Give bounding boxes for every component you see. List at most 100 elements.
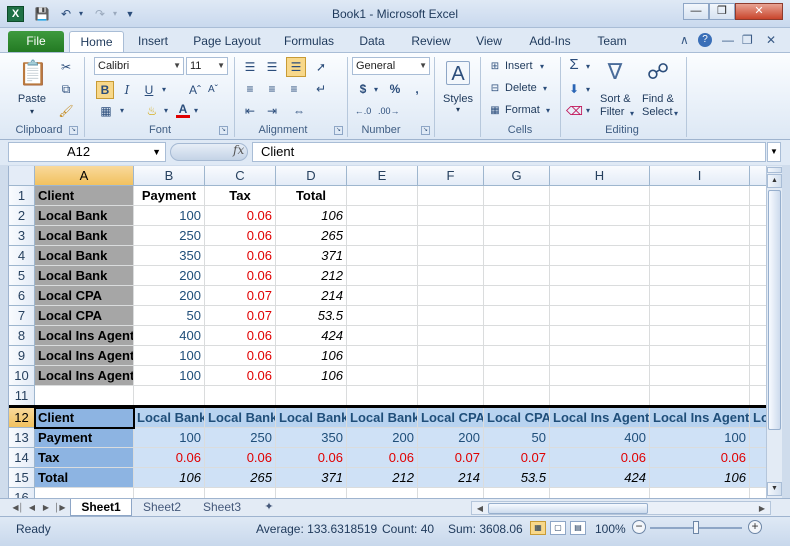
delete-cells-icon[interactable]: ⊟ bbox=[488, 81, 502, 97]
table1-payment-cell[interactable]: 100 bbox=[134, 206, 205, 226]
table2-cell[interactable]: 0.06 bbox=[347, 448, 418, 468]
fill-color-icon[interactable]: ♨ bbox=[144, 103, 160, 119]
table-cell[interactable] bbox=[347, 488, 418, 498]
table2-cell[interactable] bbox=[750, 448, 766, 468]
insert-sheet-icon[interactable]: ✦ bbox=[256, 499, 282, 516]
borders-dropdown-icon[interactable]: ▾ bbox=[118, 103, 126, 119]
table-cell[interactable] bbox=[347, 246, 418, 266]
insert-dropdown-icon[interactable]: ▾ bbox=[538, 59, 546, 75]
table2-cell[interactable]: 0.07 bbox=[418, 448, 484, 468]
table-cell[interactable] bbox=[650, 386, 750, 406]
table-cell[interactable] bbox=[134, 488, 205, 498]
table-cell[interactable] bbox=[205, 488, 276, 498]
column-header-f[interactable]: F bbox=[418, 166, 484, 186]
align-middle-icon[interactable]: ☰ bbox=[264, 59, 280, 75]
table-cell[interactable] bbox=[750, 246, 766, 266]
font-name-combo[interactable]: Calibri ▼ bbox=[94, 57, 184, 75]
increase-indent-icon[interactable]: ⇥ bbox=[264, 103, 280, 119]
table-cell[interactable] bbox=[484, 246, 550, 266]
table1-payment-cell[interactable]: 200 bbox=[134, 266, 205, 286]
table-cell[interactable] bbox=[650, 206, 750, 226]
table-cell[interactable] bbox=[35, 488, 134, 498]
table-cell[interactable] bbox=[418, 326, 484, 346]
column-header-a[interactable]: A bbox=[35, 166, 134, 186]
tab-data[interactable]: Data bbox=[350, 31, 394, 52]
zoom-level[interactable]: 100% bbox=[595, 522, 626, 536]
table-cell[interactable] bbox=[347, 286, 418, 306]
column-header-i[interactable]: I bbox=[650, 166, 750, 186]
table-cell[interactable] bbox=[484, 366, 550, 386]
table-cell[interactable] bbox=[347, 326, 418, 346]
table1-total-cell[interactable]: 106 bbox=[276, 206, 347, 226]
shrink-font-icon[interactable]: Aˇ bbox=[206, 82, 220, 98]
page-break-view-icon[interactable]: ▤ bbox=[570, 521, 586, 535]
row-header-12[interactable]: 12 bbox=[9, 408, 35, 428]
table1-tax-cell[interactable]: 0.06 bbox=[205, 326, 276, 346]
zoom-slider-handle[interactable] bbox=[693, 521, 699, 534]
row-header-13[interactable]: 13 bbox=[9, 428, 35, 448]
table1-tax-cell[interactable]: 0.06 bbox=[205, 266, 276, 286]
find-select-label-1[interactable]: Find & bbox=[642, 93, 674, 105]
table-cell[interactable] bbox=[550, 326, 650, 346]
cut-icon[interactable]: ✂ bbox=[58, 59, 74, 75]
sort-filter-icon[interactable]: ∇ bbox=[600, 57, 630, 87]
table1-client-cell[interactable]: Local CPA bbox=[35, 286, 134, 306]
prev-sheet-icon[interactable]: ◀ bbox=[26, 501, 38, 514]
paste-dropdown-icon[interactable]: ▾ bbox=[26, 107, 38, 116]
row-header-16[interactable]: 16 bbox=[9, 488, 35, 498]
table-cell[interactable] bbox=[650, 346, 750, 366]
tab-file[interactable]: File bbox=[8, 31, 64, 52]
table-cell[interactable] bbox=[550, 386, 650, 406]
copy-icon[interactable]: ⧉ bbox=[58, 81, 74, 97]
tab-review[interactable]: Review bbox=[404, 31, 458, 52]
table2-cell[interactable]: Local Ins Agent bbox=[650, 408, 750, 428]
table-cell[interactable] bbox=[550, 488, 650, 498]
paste-button[interactable]: Paste bbox=[12, 93, 52, 105]
align-top-icon[interactable]: ☰ bbox=[242, 59, 258, 75]
table1-client-cell[interactable]: Local Bank bbox=[35, 206, 134, 226]
table1-total-cell[interactable]: 265 bbox=[276, 226, 347, 246]
table-cell[interactable] bbox=[750, 306, 766, 326]
table2-cell[interactable]: Local Ins Agent bbox=[550, 408, 650, 428]
table1-total-cell[interactable]: 106 bbox=[276, 366, 347, 386]
table1-tax-cell[interactable]: 0.06 bbox=[205, 206, 276, 226]
tab-team[interactable]: Team bbox=[590, 31, 634, 52]
clear-icon[interactable]: ⌫ bbox=[566, 103, 583, 119]
table-cell[interactable] bbox=[550, 306, 650, 326]
tab-formulas[interactable]: Formulas bbox=[278, 31, 340, 52]
row-header-2[interactable]: 2 bbox=[9, 206, 35, 226]
table1-client-cell[interactable]: Local CPA bbox=[35, 306, 134, 326]
select-all-corner[interactable] bbox=[9, 166, 35, 186]
table-cell[interactable] bbox=[418, 346, 484, 366]
table-cell[interactable] bbox=[484, 286, 550, 306]
table1-tax-cell[interactable]: 0.06 bbox=[205, 346, 276, 366]
row-header-14[interactable]: 14 bbox=[9, 448, 35, 468]
row-header-7[interactable]: 7 bbox=[9, 306, 35, 326]
table-cell[interactable] bbox=[650, 266, 750, 286]
table-cell[interactable] bbox=[650, 186, 750, 206]
table-cell[interactable] bbox=[347, 386, 418, 406]
tab-view[interactable]: View bbox=[468, 31, 510, 52]
table1-total-cell[interactable]: 106 bbox=[276, 346, 347, 366]
table-cell[interactable] bbox=[650, 286, 750, 306]
table1-payment-cell[interactable]: 400 bbox=[134, 326, 205, 346]
table2-cell[interactable]: 0.06 bbox=[276, 448, 347, 468]
sort-filter-label-1[interactable]: Sort & bbox=[600, 93, 631, 105]
table-cell[interactable] bbox=[650, 246, 750, 266]
minimize-button[interactable]: — bbox=[683, 3, 709, 20]
tab-insert[interactable]: Insert bbox=[130, 31, 176, 52]
table2-cell[interactable]: 371 bbox=[276, 468, 347, 488]
table-cell[interactable] bbox=[750, 386, 766, 406]
row-header-1[interactable]: 1 bbox=[9, 186, 35, 206]
table2-cell[interactable]: 200 bbox=[418, 428, 484, 448]
horizontal-scrollbar[interactable]: ◀ ▶ bbox=[471, 501, 771, 515]
table-cell[interactable] bbox=[418, 286, 484, 306]
table2-cell[interactable]: 106 bbox=[134, 468, 205, 488]
row-header-5[interactable]: 5 bbox=[9, 266, 35, 286]
table2-cell[interactable]: Local Bank bbox=[276, 408, 347, 428]
font-launcher-icon[interactable]: ↘ bbox=[219, 126, 228, 135]
scroll-down-icon[interactable]: ▼ bbox=[767, 482, 782, 496]
table-cell[interactable] bbox=[418, 488, 484, 498]
table1-payment-cell[interactable]: 200 bbox=[134, 286, 205, 306]
workbook-close-icon[interactable]: ✕ bbox=[766, 33, 776, 47]
